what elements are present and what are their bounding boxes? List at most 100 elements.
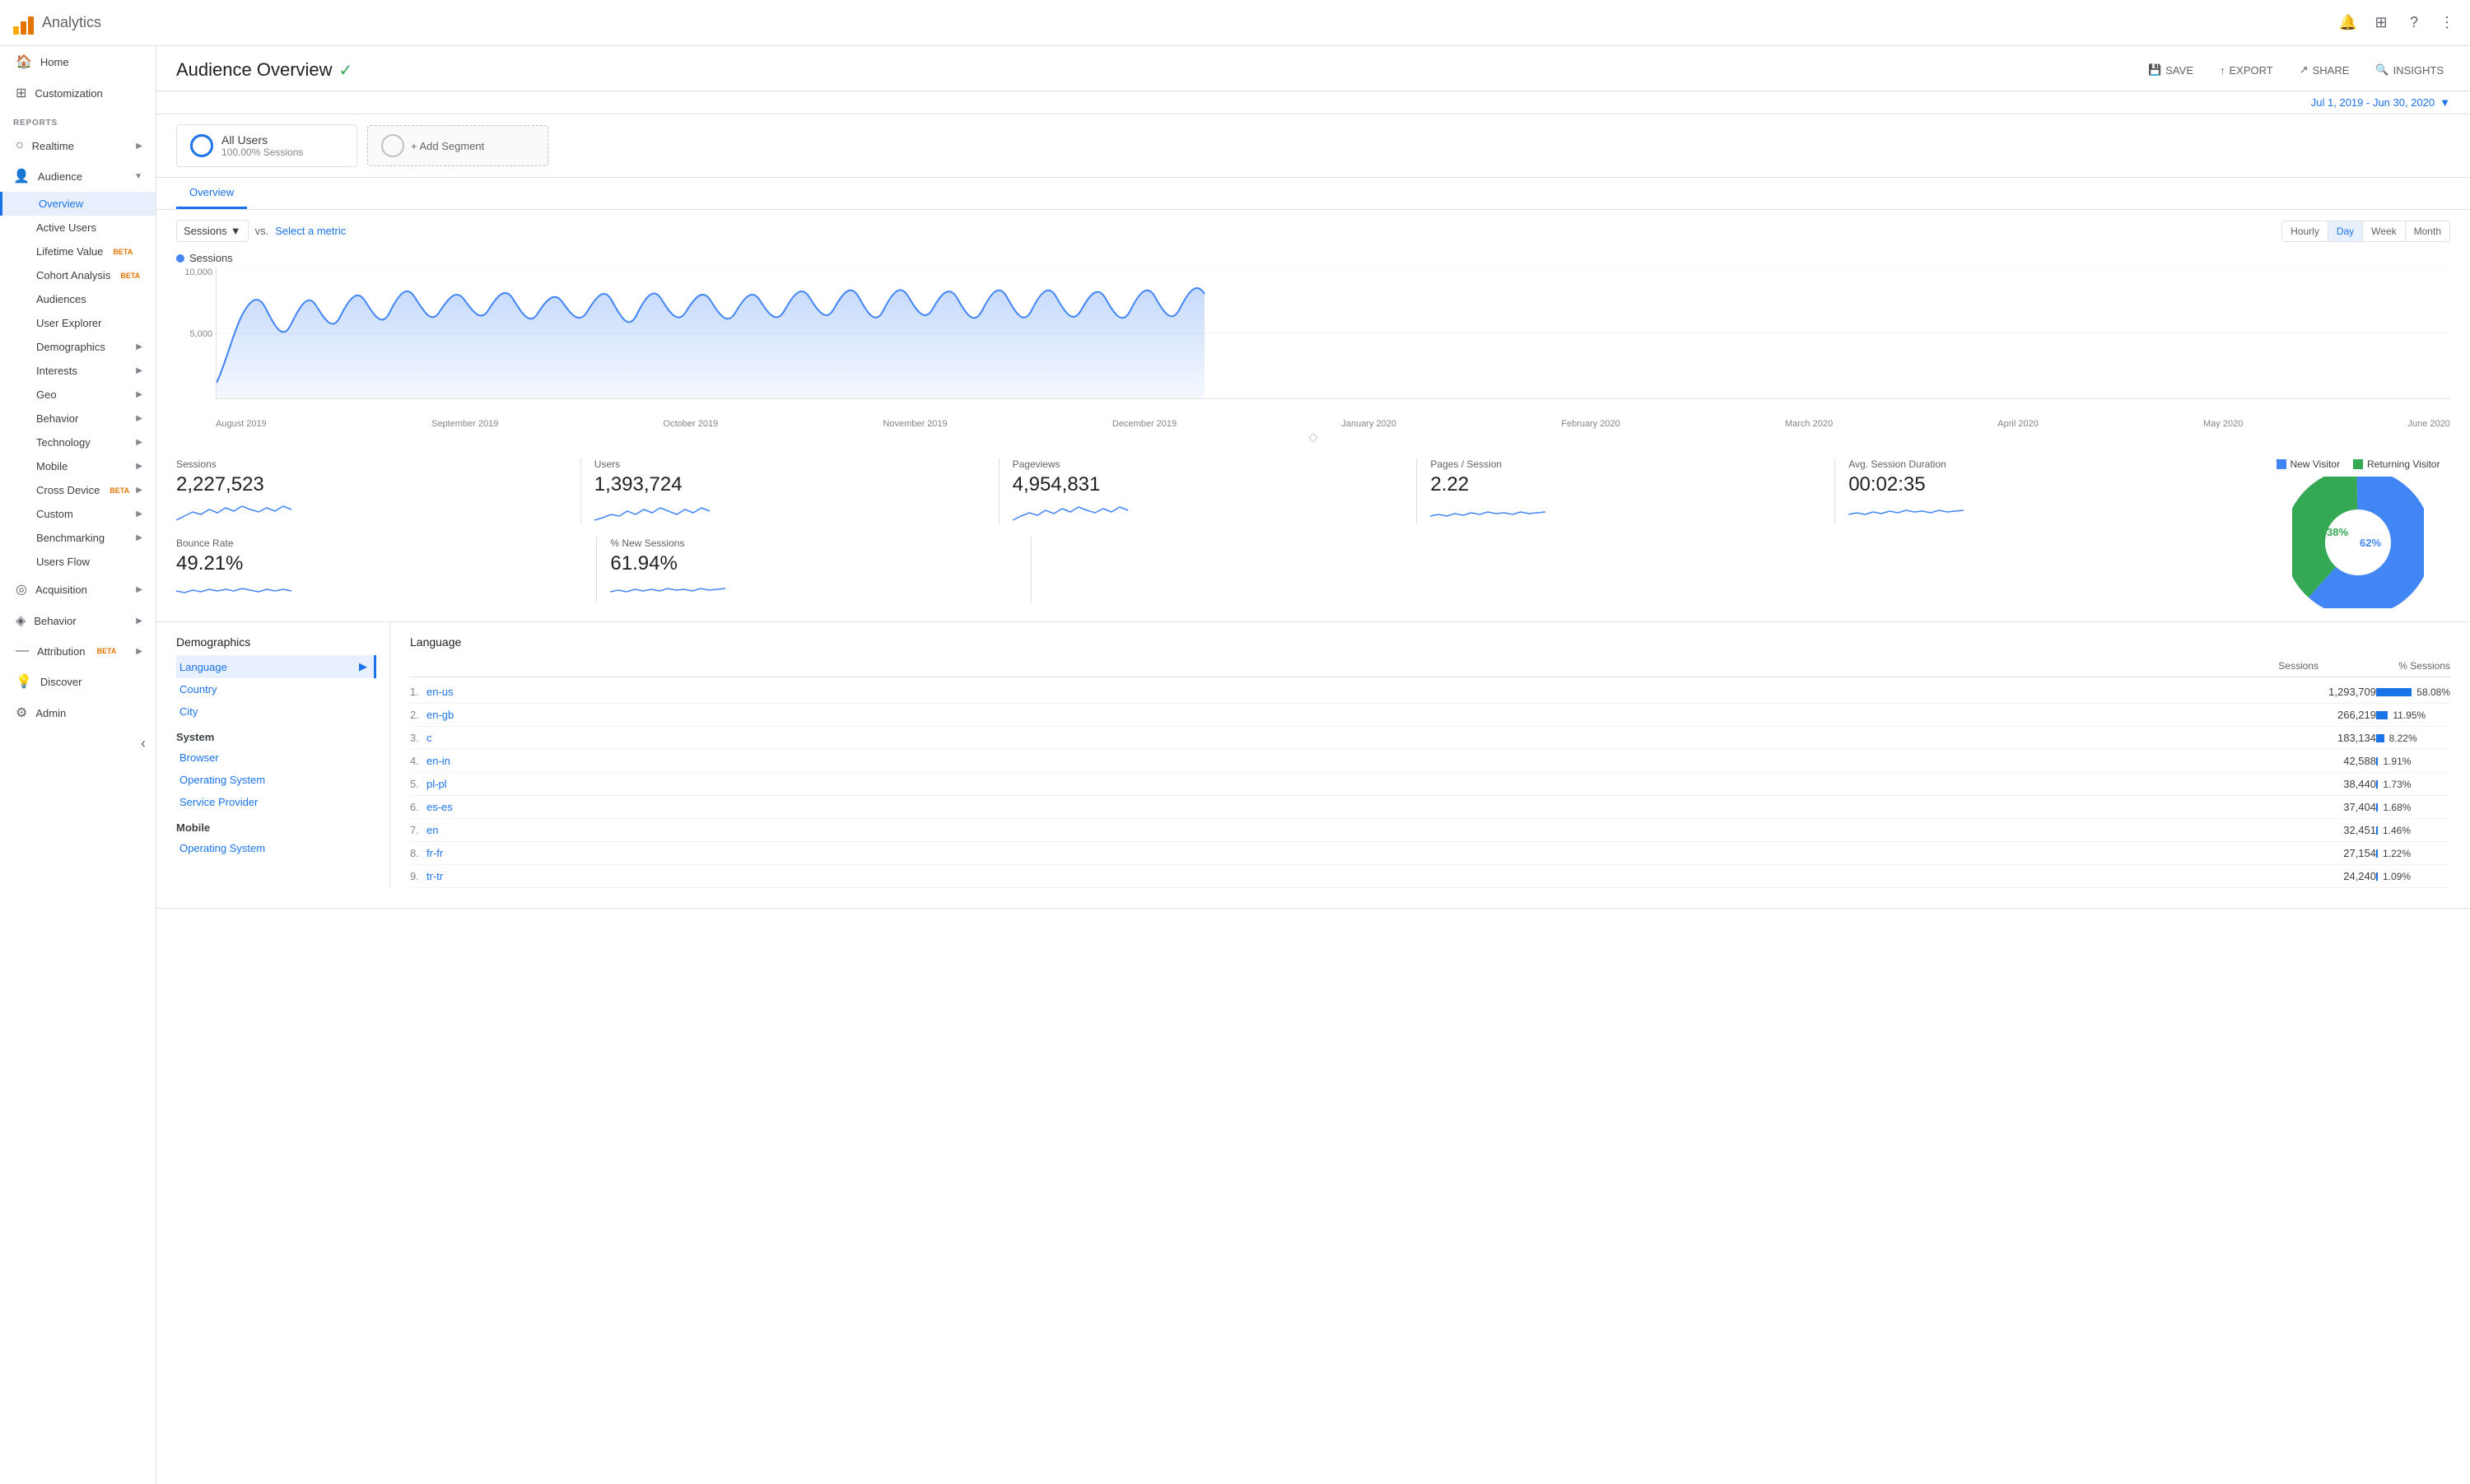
apps-grid-icon[interactable]: ⊞ xyxy=(2371,13,2391,33)
demo-row-link[interactable]: c xyxy=(426,732,2294,744)
time-btn-week[interactable]: Week xyxy=(2363,221,2405,241)
time-btn-day[interactable]: Day xyxy=(2328,221,2363,241)
metric-dropdown[interactable]: Sessions ▼ xyxy=(176,220,249,242)
share-button[interactable]: ↗ SHARE xyxy=(2293,60,2356,80)
sidebar-item-audiences[interactable]: Audiences xyxy=(0,287,156,311)
page-title: Audience Overview xyxy=(176,59,333,81)
metric-pages-per-session-label: Pages / Session xyxy=(1430,458,1821,470)
metric-pageviews: Pageviews 4,954,831 xyxy=(1000,458,1418,524)
demo-row-link[interactable]: es-es xyxy=(426,801,2294,813)
demo-row-link[interactable]: fr-fr xyxy=(426,847,2294,859)
demo-link-city[interactable]: City xyxy=(176,700,376,723)
demo-row-num: 8. xyxy=(410,847,426,859)
language-arrow-icon: ▶ xyxy=(359,660,367,673)
demo-link-country[interactable]: Country xyxy=(176,678,376,700)
sidebar-item-admin[interactable]: ⚙ Admin xyxy=(0,697,156,728)
sidebar-item-technology[interactable]: Technology ▶ xyxy=(0,430,156,454)
sidebar-item-home[interactable]: 🏠 Home xyxy=(0,46,156,77)
more-vert-icon[interactable]: ⋮ xyxy=(2437,13,2457,33)
metrics-row-1: Sessions 2,227,523 Users 1,393,724 xyxy=(176,458,2253,524)
demo-row-link[interactable]: en-gb xyxy=(426,709,2294,721)
demo-row-num: 3. xyxy=(410,732,426,744)
demo-row-sessions: 37,404 xyxy=(2294,801,2376,813)
sidebar-item-acquisition[interactable]: ◎ Acquisition ▶ xyxy=(0,574,156,605)
time-btn-hourly[interactable]: Hourly xyxy=(2282,221,2328,241)
metric-bounce-rate-value: 49.21% xyxy=(176,552,583,575)
demo-table-row: 3. c 183,134 8.22% xyxy=(410,727,2450,750)
sidebar-item-audience[interactable]: 👤 Audience ▼ xyxy=(0,160,156,192)
x-label-3: November 2019 xyxy=(883,419,947,429)
sidebar-item-behavior-main[interactable]: ◈ Behavior ▶ xyxy=(0,605,156,636)
demo-row-num: 6. xyxy=(410,801,426,813)
sidebar-item-realtime[interactable]: ○ Realtime ▶ xyxy=(0,131,156,160)
technology-expand-icon: ▶ xyxy=(136,438,142,447)
admin-icon: ⚙ xyxy=(16,705,27,721)
sidebar-item-cohort-analysis[interactable]: Cohort Analysis BETA xyxy=(0,263,156,287)
metric-pageviews-value: 4,954,831 xyxy=(1013,473,1404,496)
demo-row-link[interactable]: en-in xyxy=(426,755,2294,767)
interests-expand-icon: ▶ xyxy=(136,366,142,375)
demographics-left: Demographics Language ▶ Country City Sys… xyxy=(176,622,390,888)
demo-bar-container: 1.09% xyxy=(2376,871,2450,882)
export-button[interactable]: ↑ EXPORT xyxy=(2213,61,2280,80)
insights-button[interactable]: 🔍 INSIGHTS xyxy=(2369,60,2450,80)
sidebar-item-interests[interactable]: Interests ▶ xyxy=(0,359,156,383)
sidebar-collapse-button[interactable]: ‹ xyxy=(0,728,156,759)
segment-pill-all-users[interactable]: All Users 100.00% Sessions xyxy=(176,124,357,167)
metric-pct-new-sessions-sparkline xyxy=(610,579,1017,603)
metric-users-value: 1,393,724 xyxy=(594,473,986,496)
sidebar-item-attribution[interactable]: — Attribution BETA ▶ xyxy=(0,636,156,666)
demo-row-link[interactable]: en xyxy=(426,824,2294,836)
insights-icon: 🔍 xyxy=(2375,63,2388,77)
tab-overview[interactable]: Overview xyxy=(176,178,247,209)
demo-bar-pct: 8.22% xyxy=(2389,733,2417,744)
demo-link-service-provider[interactable]: Service Provider xyxy=(176,791,376,813)
attribution-icon: — xyxy=(16,644,29,658)
demo-link-os[interactable]: Operating System xyxy=(176,769,376,791)
sidebar-item-custom[interactable]: Custom ▶ xyxy=(0,502,156,526)
notifications-icon[interactable]: 🔔 xyxy=(2338,13,2358,33)
demo-row-link[interactable]: pl-pl xyxy=(426,778,2294,790)
demo-row-link[interactable]: en-us xyxy=(426,686,2294,698)
demo-table-row: 8. fr-fr 27,154 1.22% xyxy=(410,842,2450,865)
select-metric-link[interactable]: Select a metric xyxy=(275,225,346,237)
demo-bar-container: 8.22% xyxy=(2376,733,2450,744)
chart-x-labels: August 2019 September 2019 October 2019 … xyxy=(176,416,2450,429)
demo-link-language[interactable]: Language ▶ xyxy=(176,655,376,678)
logo-bar-1 xyxy=(13,26,19,35)
sidebar-item-discover[interactable]: 💡 Discover xyxy=(0,666,156,697)
sidebar-item-users-flow[interactable]: Users Flow xyxy=(0,550,156,574)
sidebar-item-cross-device[interactable]: Cross Device BETA ▶ xyxy=(0,478,156,502)
sidebar-item-customization[interactable]: ⊞ Customization xyxy=(0,77,156,109)
returning-visitor-color-box xyxy=(2353,459,2363,469)
demo-row-link[interactable]: tr-tr xyxy=(426,870,2294,882)
sidebar-item-user-explorer[interactable]: User Explorer xyxy=(0,311,156,335)
sidebar-item-overview[interactable]: Overview xyxy=(0,192,156,216)
attribution-expand-icon: ▶ xyxy=(136,647,142,656)
col-pct-sessions-header: % Sessions xyxy=(2319,660,2450,672)
demo-link-mobile-os[interactable]: Operating System xyxy=(176,837,376,859)
save-button[interactable]: 💾 SAVE xyxy=(2141,60,2200,80)
logo-bar-2 xyxy=(21,21,26,35)
sidebar-item-lifetime-value[interactable]: Lifetime Value BETA xyxy=(0,240,156,263)
help-icon[interactable]: ? xyxy=(2404,13,2424,33)
chart-scroll-indicator[interactable]: ⬦ xyxy=(176,430,2450,445)
sidebar-item-active-users[interactable]: Active Users xyxy=(0,216,156,240)
demo-bar xyxy=(2376,803,2378,812)
demographics-expand-icon: ▶ xyxy=(136,342,142,351)
sidebar-item-mobile[interactable]: Mobile ▶ xyxy=(0,454,156,478)
sidebar-item-benchmarking[interactable]: Benchmarking ▶ xyxy=(0,526,156,550)
sidebar-item-behavior[interactable]: Behavior ▶ xyxy=(0,407,156,430)
sidebar-item-geo[interactable]: Geo ▶ xyxy=(0,383,156,407)
date-range-selector[interactable]: Jul 1, 2019 - Jun 30, 2020 ▼ xyxy=(2311,96,2450,109)
time-btn-month[interactable]: Month xyxy=(2406,221,2449,241)
sidebar-item-demographics[interactable]: Demographics ▶ xyxy=(0,335,156,359)
segment-label: All Users xyxy=(221,133,303,147)
demo-link-browser[interactable]: Browser xyxy=(176,747,376,769)
tabs-bar: Overview xyxy=(156,178,2470,210)
demo-row-num: 2. xyxy=(410,709,426,721)
add-segment-button[interactable]: + Add Segment xyxy=(367,125,548,166)
chart-controls: Sessions ▼ vs. Select a metric Hourly Da… xyxy=(156,210,2470,245)
behavior-expand-icon: ▶ xyxy=(136,414,142,423)
segment-circle xyxy=(190,134,213,157)
